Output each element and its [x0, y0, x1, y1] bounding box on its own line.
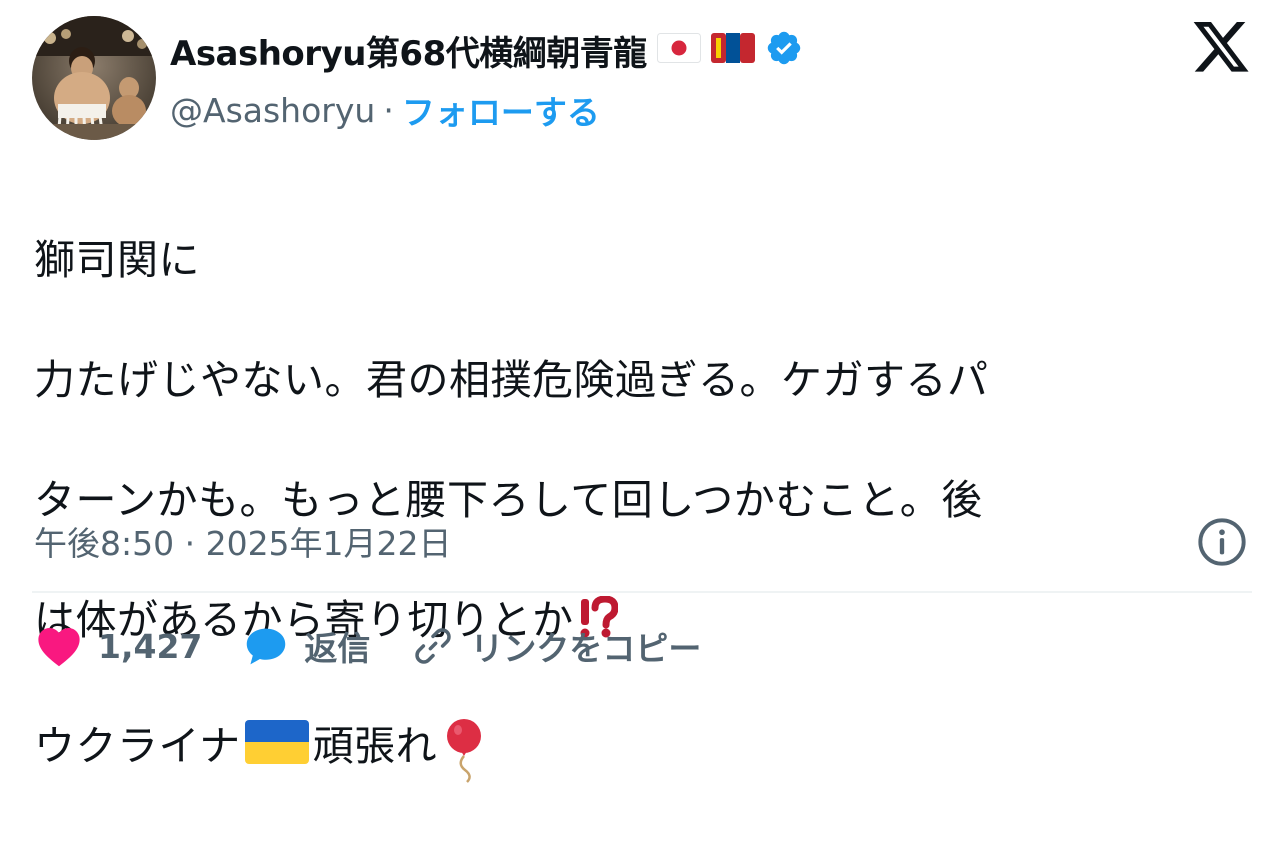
- tweet-text-segment: ウクライナ: [34, 722, 241, 770]
- ukraine-flag-icon: [244, 720, 309, 780]
- tweet-timestamp[interactable]: 午後8:50 · 2025年1月22日: [34, 516, 452, 566]
- divider: [32, 591, 1252, 593]
- x-logo-icon[interactable]: [1190, 22, 1252, 78]
- author-display-name[interactable]: Asashoryu第68代横綱朝青龍: [170, 26, 647, 75]
- tweet-text-segment: 頑張れ: [312, 722, 438, 770]
- copy-link-label: リンクをコピー: [470, 629, 702, 668]
- reply-label: 返信: [304, 629, 371, 668]
- author-handle-row: @Asashoryu · フォローする: [170, 86, 600, 134]
- link-icon: [412, 625, 454, 667]
- tweet-text-line: 力たげじやない。君の相撲危険過ぎる。ケガするパ: [34, 356, 989, 404]
- separator-dot: ·: [383, 90, 394, 130]
- tweet-text: 獅司関に 力たげじやない。君の相撲危険過ぎる。ケガするパ ターンかも。もっと腰下…: [34, 170, 1249, 860]
- japan-flag-icon: [656, 33, 701, 67]
- verified-badge-icon[interactable]: [765, 29, 803, 71]
- follow-button[interactable]: フォローする: [402, 86, 600, 134]
- avatar[interactable]: [32, 16, 156, 140]
- like-count: 1,427: [98, 626, 203, 666]
- tweet-text-line: ウクライナ 頑張れ: [34, 716, 1249, 800]
- like-button[interactable]: 1,427: [36, 625, 202, 667]
- balloon-icon: [443, 718, 489, 800]
- author-handle[interactable]: @Asashoryu: [170, 91, 375, 130]
- tweet-text-line: 獅司関に: [34, 236, 200, 284]
- author-name-row: Asashoryu第68代横綱朝青龍: [170, 26, 803, 74]
- reply-button[interactable]: 返信: [244, 622, 370, 670]
- copy-link-button[interactable]: リンクをコピー: [412, 622, 701, 670]
- info-icon[interactable]: [1196, 516, 1248, 568]
- heart-icon: [36, 625, 82, 667]
- tweet-actions: 1,427 返信 リンクをコピー: [36, 618, 743, 674]
- mongolia-flag-icon: [710, 33, 755, 67]
- reply-bubble-icon: [244, 625, 288, 667]
